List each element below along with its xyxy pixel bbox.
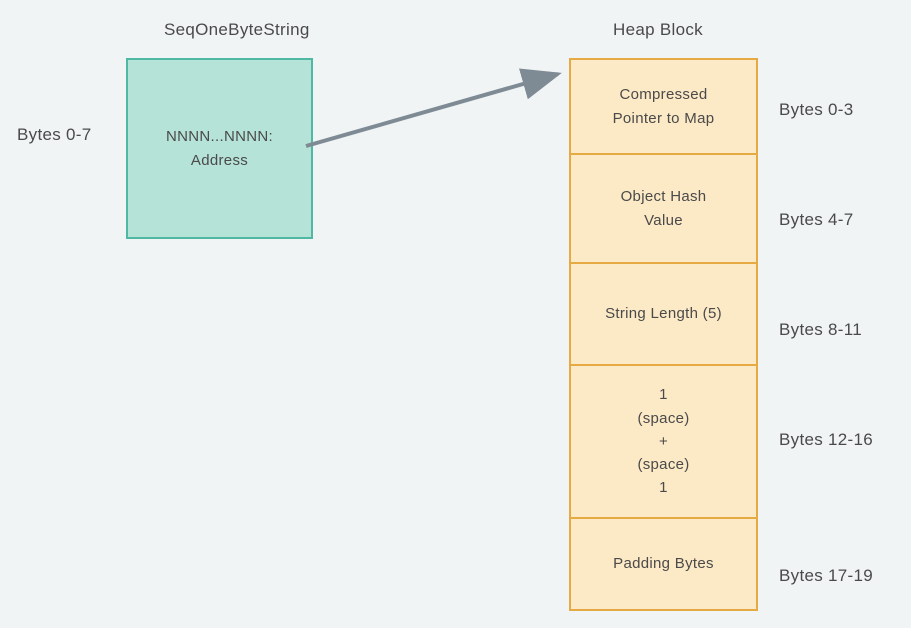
bytes-label-1: Bytes 4-7 <box>779 210 854 230</box>
cell-text: Padding Bytes <box>613 552 714 575</box>
cell-text: String Length (5) <box>605 302 722 325</box>
heap-cell-hash: Object Hash Value <box>569 153 758 264</box>
heap-cell-chars: 1 (space) + (space) 1 <box>569 364 758 519</box>
address-line1: NNNN...NNNN: <box>166 125 273 149</box>
address-box: NNNN...NNNN: Address <box>126 58 313 239</box>
cell-text: (space) <box>637 407 689 430</box>
cell-text: (space) <box>637 453 689 476</box>
heap-cell-map-pointer: Compressed Pointer to Map <box>569 58 758 155</box>
cell-text: Pointer to Map <box>613 107 715 130</box>
cell-text: 1 <box>659 383 668 406</box>
bytes-label-4: Bytes 17-19 <box>779 566 873 586</box>
heap-block-column: Compressed Pointer to Map Object Hash Va… <box>569 58 758 611</box>
left-bytes-label: Bytes 0-7 <box>17 125 92 145</box>
pointer-arrow <box>300 50 580 170</box>
cell-text: 1 <box>659 476 668 499</box>
cell-text: Value <box>644 209 683 232</box>
cell-text: Object Hash <box>621 185 707 208</box>
bytes-label-0: Bytes 0-3 <box>779 100 854 120</box>
seqonebytestring-title: SeqOneByteString <box>164 20 310 40</box>
heap-block-title: Heap Block <box>613 20 703 40</box>
cell-text: Compressed <box>619 83 707 106</box>
bytes-label-3: Bytes 12-16 <box>779 430 873 450</box>
cell-text: + <box>659 430 668 453</box>
bytes-label-2: Bytes 8-11 <box>779 320 862 340</box>
address-line2: Address <box>191 149 248 173</box>
heap-cell-padding: Padding Bytes <box>569 517 758 611</box>
heap-cell-length: String Length (5) <box>569 262 758 366</box>
